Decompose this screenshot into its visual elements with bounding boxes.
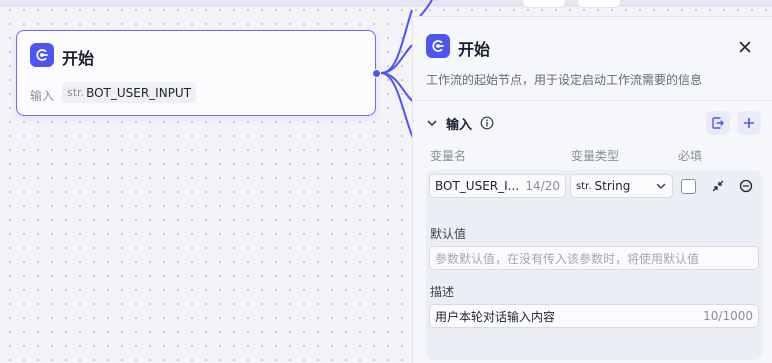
- close-button[interactable]: [735, 37, 755, 57]
- variable-name-value: BOT_USER_I...: [435, 179, 520, 193]
- divider: [413, 100, 772, 101]
- column-header-name: 变量名: [430, 149, 467, 163]
- default-value-label: 默认值: [430, 227, 467, 241]
- variable-type-prefix: str.: [67, 86, 85, 99]
- node-title: 开始: [62, 49, 95, 68]
- description-label: 描述: [430, 285, 455, 299]
- variable-name-count: 14/20: [525, 179, 560, 193]
- type-value: String: [594, 179, 631, 193]
- collapse-button[interactable]: [710, 178, 726, 194]
- collapse-arrows-icon: [712, 180, 724, 192]
- chevron-down-icon: [656, 183, 666, 189]
- import-icon: [712, 117, 724, 129]
- inputs-section-header[interactable]: 输入: [426, 113, 494, 133]
- column-header-type: 变量类型: [571, 149, 620, 163]
- background-node: [577, 0, 621, 8]
- inputs-section-title: 输入: [446, 117, 473, 133]
- description-value: 用户本轮对话输入内容: [435, 309, 556, 324]
- description-count: 10/1000: [703, 309, 753, 323]
- panel-title: 开始: [458, 40, 491, 59]
- minus-circle-icon: [739, 179, 753, 193]
- background-node: [522, 0, 566, 8]
- node-config-panel: 开始 工作流的起始节点，用于设定启动工作流需要的信息 输入 变量名 变量类型 必…: [412, 16, 772, 363]
- variable-type-select[interactable]: str. String: [570, 174, 673, 198]
- node-input-label: 输入: [30, 89, 55, 103]
- variable-name: BOT_USER_INPUT: [86, 85, 192, 100]
- panel-description: 工作流的起始节点，用于设定启动工作流需要的信息: [426, 73, 703, 87]
- type-prefix: str.: [576, 180, 592, 192]
- output-port[interactable]: [372, 69, 381, 78]
- start-icon: [30, 43, 54, 67]
- start-icon: [426, 34, 450, 58]
- column-header-required: 必填: [678, 149, 703, 163]
- add-variable-button[interactable]: [737, 111, 761, 135]
- variable-card: BOT_USER_I... 14/20 str. String 默认值 参数默认…: [426, 170, 762, 360]
- variable-chip: str. BOT_USER_INPUT: [62, 82, 197, 103]
- import-button[interactable]: [706, 111, 730, 135]
- chevron-down-icon[interactable]: [426, 117, 438, 129]
- close-icon: [739, 41, 751, 53]
- info-icon[interactable]: [480, 116, 494, 130]
- variable-name-field[interactable]: BOT_USER_I... 14/20: [429, 174, 566, 198]
- description-input[interactable]: 用户本轮对话输入内容 10/1000: [429, 304, 759, 328]
- start-node[interactable]: 开始 输入 str. BOT_USER_INPUT: [16, 30, 376, 116]
- default-value-input[interactable]: 参数默认值，在没有传入该参数时，将使用默认值: [429, 246, 759, 270]
- remove-variable-button[interactable]: [738, 178, 754, 194]
- required-checkbox[interactable]: [681, 179, 696, 194]
- plus-icon: [743, 117, 755, 129]
- canvas-top-strip: [0, 0, 772, 7]
